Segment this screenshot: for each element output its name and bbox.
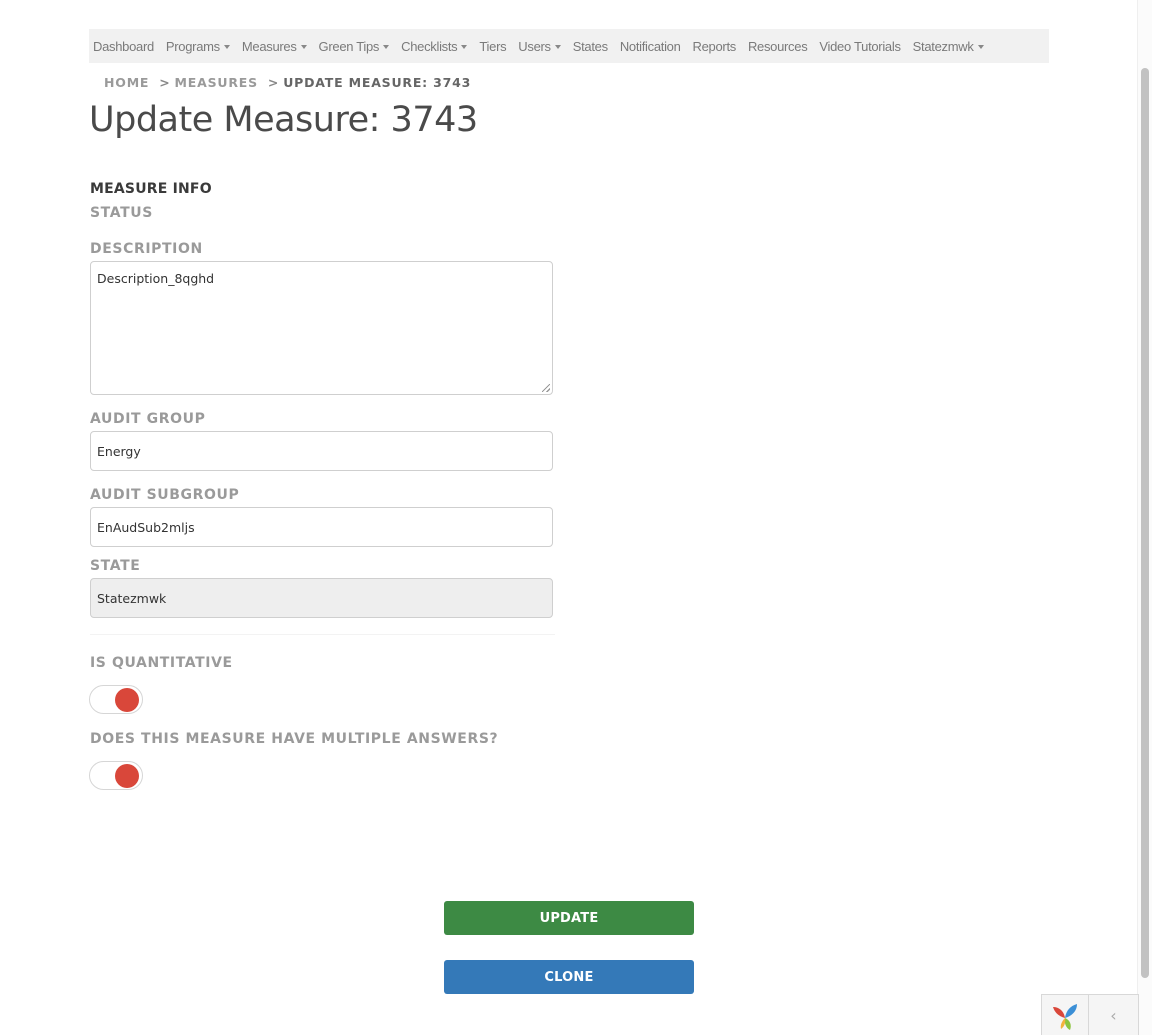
debug-toolbar: ‹ (1041, 994, 1139, 1035)
is-quantitative-toggle[interactable] (89, 685, 143, 714)
nav-item-users[interactable]: Users (512, 39, 566, 54)
page-title: Update Measure: 3743 (89, 100, 478, 140)
clone-button[interactable]: CLONE (444, 960, 694, 994)
audit-subgroup-field[interactable]: EnAudSub2mljs (90, 507, 553, 547)
nav-item-label: Green Tips (318, 38, 380, 54)
state-label: STATE (90, 558, 141, 574)
nav-item-statezmwk[interactable]: Statezmwk (907, 39, 990, 54)
audit-group-field[interactable]: Energy (90, 431, 553, 471)
nav-item-reports[interactable]: Reports (687, 39, 742, 54)
caret-down-icon (383, 45, 390, 49)
breadcrumb: HOME > MEASURES > UPDATE MEASURE: 3743 (104, 75, 471, 90)
caret-down-icon (977, 45, 984, 49)
nav-item-label: Checklists (401, 38, 458, 54)
debug-toggle-button[interactable]: ‹ (1089, 995, 1138, 1035)
nav-item-tiers[interactable]: Tiers (473, 39, 512, 54)
breadcrumb-separator: > (267, 75, 280, 90)
nav-item-label: Reports (692, 38, 737, 54)
description-textarea[interactable]: Description_8qghd (90, 261, 553, 395)
top-navbar: Dashboard Programs Measures Green Tips Check… (89, 29, 1049, 63)
scrollbar-thumb[interactable] (1141, 68, 1149, 978)
nav-item-dashboard[interactable]: Dashboard (89, 39, 160, 54)
audit-subgroup-label: AUDIT SUBGROUP (90, 487, 240, 503)
status-label: STATUS (90, 205, 153, 221)
page: Dashboard Programs Measures Green Tips Check… (0, 0, 1152, 1035)
toggle-knob (115, 764, 139, 788)
nav-item-checklists[interactable]: Checklists (395, 39, 473, 54)
breadcrumb-separator: > (159, 75, 171, 90)
nav-item-label: Users (518, 38, 551, 54)
nav-item-measures[interactable]: Measures (236, 39, 313, 54)
toggle-knob (115, 688, 139, 712)
caret-down-icon (554, 45, 561, 49)
nav-item-label: Measures (241, 38, 297, 54)
breadcrumb-current: UPDATE MEASURE: 3743 (283, 75, 472, 90)
nav-item-label: States (572, 38, 608, 54)
resize-grip-icon[interactable] (542, 384, 550, 392)
caret-down-icon (223, 45, 230, 49)
multiple-answers-toggle[interactable] (89, 761, 143, 790)
section-title-measure-info: MEASURE INFO (90, 181, 212, 197)
nav-item-label: Notification (619, 38, 681, 54)
update-button[interactable]: UPDATE (444, 901, 694, 935)
nav-item-label: Statezmwk (912, 38, 974, 54)
description-label: DESCRIPTION (90, 241, 203, 257)
audit-subgroup-value: EnAudSub2mljs (97, 519, 195, 535)
audit-group-value: Energy (97, 443, 141, 459)
nav-item-green-tips[interactable]: Green Tips (313, 39, 396, 54)
nav-item-states[interactable]: States (567, 39, 614, 54)
description-value: Description_8qghd (97, 271, 215, 286)
nav-item-programs[interactable]: Programs (160, 39, 236, 54)
audit-group-label: AUDIT GROUP (90, 411, 206, 427)
caret-down-icon (300, 45, 307, 49)
nav-item-notification[interactable]: Notification (614, 39, 687, 54)
nav-item-label: Video Tutorials (819, 38, 901, 54)
section-divider (90, 634, 555, 635)
yii-logo-icon (1053, 1003, 1077, 1030)
breadcrumb-measures-link[interactable]: MEASURES (175, 75, 258, 90)
caret-down-icon (461, 45, 468, 49)
nav-item-label: Tiers (479, 38, 507, 54)
nav-item-label: Dashboard (93, 38, 154, 54)
vertical-scrollbar[interactable] (1137, 0, 1152, 1035)
state-value: Statezmwk (97, 590, 167, 606)
nav-item-resources[interactable]: Resources (742, 39, 813, 54)
is-quantitative-label: IS QUANTITATIVE (90, 655, 233, 671)
nav-item-video-tutorials[interactable]: Video Tutorials (813, 39, 906, 54)
multiple-answers-label: DOES THIS MEASURE HAVE MULTIPLE ANSWERS? (90, 731, 499, 747)
state-field: Statezmwk (90, 578, 553, 618)
nav-item-label: Programs (165, 38, 220, 54)
breadcrumb-home-link[interactable]: HOME (104, 75, 149, 90)
yii-logo-icon[interactable] (1042, 995, 1089, 1035)
nav-item-label: Resources (747, 38, 808, 54)
